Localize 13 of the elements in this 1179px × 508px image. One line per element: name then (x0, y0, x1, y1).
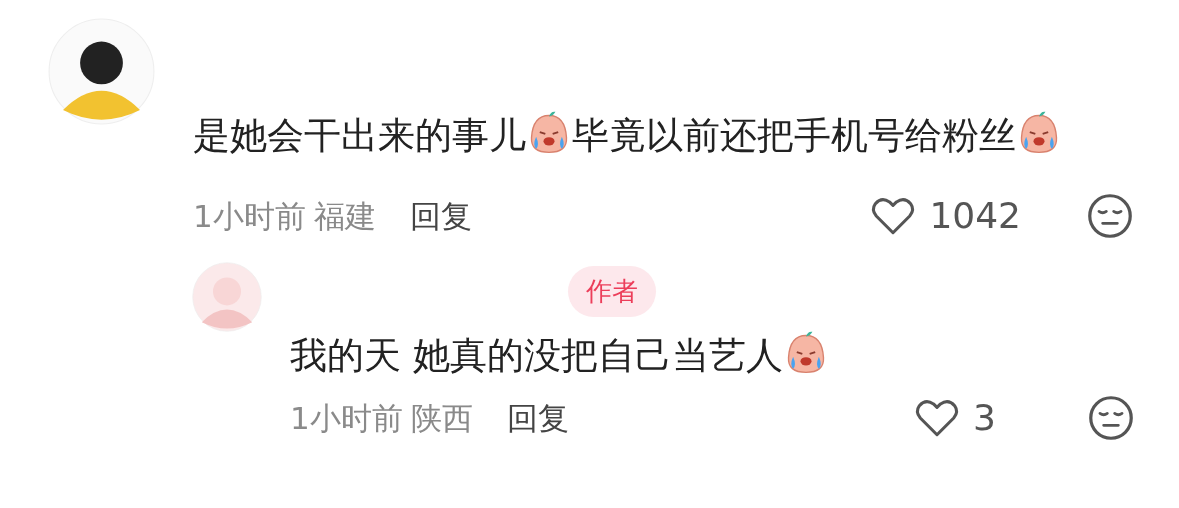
location: 陕西 (410, 398, 473, 438)
author-badge: 作者 (568, 266, 656, 317)
like-count: 3 (973, 396, 996, 440)
reply-link[interactable]: 回复 (409, 192, 472, 240)
reply-text: 我的天 她真的没把自己当艺人 (290, 328, 1179, 384)
like-count: 1042 (929, 194, 1021, 238)
comment-text: 是她会干出来的事儿 毕竟以前还把手机号给粉丝 (193, 104, 1133, 168)
neutral-face-icon[interactable] (1087, 193, 1133, 239)
timestamp: 1小时前 (193, 196, 306, 236)
location: 福建 (313, 196, 376, 236)
timestamp: 1小时前 (290, 398, 403, 438)
neutral-face-icon[interactable] (1088, 395, 1134, 441)
reply-link[interactable]: 回复 (506, 394, 569, 442)
